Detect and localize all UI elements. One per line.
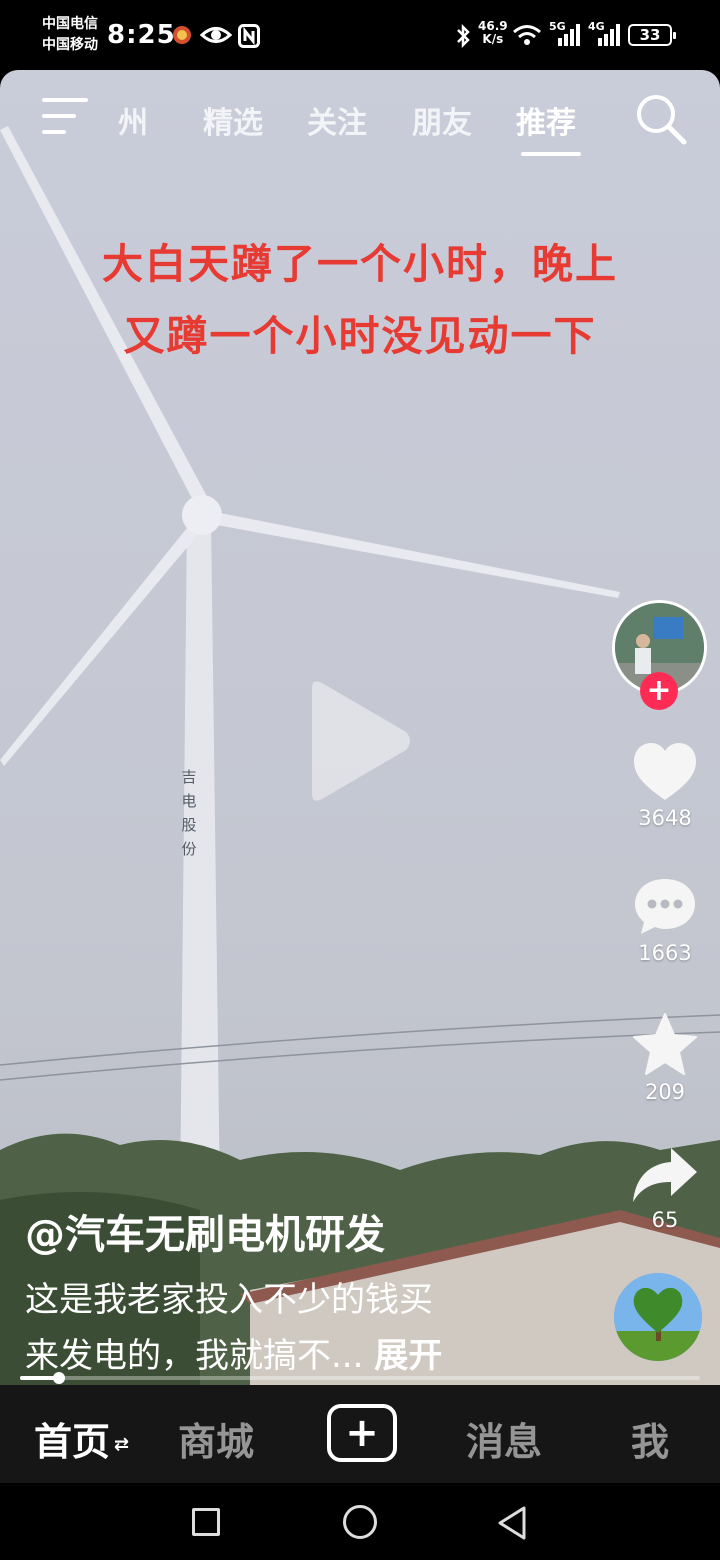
bottom-tab-bar: 首页 ⇄ 商城 + 消息 我 xyxy=(0,1385,720,1483)
network-speed-unit: K/s xyxy=(482,32,504,46)
tab-recommended[interactable]: 推荐 xyxy=(516,98,576,142)
network-speed: 46.9 K/s xyxy=(478,20,508,46)
app-notification-icon xyxy=(172,24,192,50)
tab-featured[interactable]: 精选 xyxy=(203,98,263,142)
create-button[interactable]: + xyxy=(327,1404,397,1462)
favorite-action[interactable]: 209 xyxy=(610,1012,720,1104)
tab-me[interactable]: 我 xyxy=(631,1411,669,1466)
comment-count: 1663 xyxy=(638,941,692,965)
star-icon[interactable] xyxy=(632,1013,698,1080)
music-disc[interactable] xyxy=(614,1273,702,1361)
tab-messages[interactable]: 消息 xyxy=(466,1411,542,1466)
home-icon[interactable] xyxy=(343,1505,377,1539)
video-caption-line-1: 大白天蹲了一个小时，晚上 xyxy=(102,240,618,288)
switch-arrows-icon: ⇄ xyxy=(114,1434,130,1455)
like-action[interactable]: 3648 xyxy=(610,742,720,830)
comment-icon[interactable] xyxy=(633,879,697,941)
tab-following[interactable]: 关注 xyxy=(307,98,367,142)
wifi-icon xyxy=(512,24,542,50)
carrier-1: 中国电信 xyxy=(42,16,98,32)
author-username[interactable]: @汽车无刷电机研发 xyxy=(25,1202,385,1260)
tower-char: 份 xyxy=(181,840,197,858)
signal-strength-2-icon xyxy=(596,24,622,50)
top-navigation: 州 精选 关注 朋友 推荐 xyxy=(0,70,720,170)
system-navigation-bar xyxy=(0,1483,720,1560)
carrier-2: 中国移动 xyxy=(42,37,98,53)
expand-button[interactable]: 展开 xyxy=(374,1336,442,1376)
like-count: 3648 xyxy=(638,806,692,830)
status-bar: 中国电信 中国移动 8:25 46.9 K/s 5G 4G 33 xyxy=(0,0,720,72)
video-caption-line-2: 又蹲一个小时没见动一下 xyxy=(123,312,597,360)
tab-home[interactable]: 首页 ⇄ xyxy=(34,1411,129,1466)
bluetooth-icon xyxy=(455,23,471,52)
comment-action[interactable]: 1663 xyxy=(610,877,720,965)
tab-home-label: 首页 xyxy=(34,1420,111,1464)
signal-strength-1-icon xyxy=(556,24,582,50)
battery-indicator: 33 xyxy=(628,24,676,46)
description-line-1: 这是我老家投入不少的钱买 xyxy=(25,1280,433,1320)
carrier-names: 中国电信 中国移动 xyxy=(42,14,98,56)
post-description: 这是我老家投入不少的钱买 来发电的，我就搞不... 展开 xyxy=(25,1272,545,1384)
back-icon[interactable] xyxy=(496,1505,528,1541)
tower-char: 电 xyxy=(181,792,197,810)
tower-logo-text: 吉 电 股 份 xyxy=(181,765,197,861)
play-icon[interactable] xyxy=(306,678,416,804)
video-progress-bar[interactable] xyxy=(20,1372,700,1384)
eye-icon xyxy=(199,24,233,50)
tab-friends[interactable]: 朋友 xyxy=(412,98,472,142)
heart-icon[interactable] xyxy=(632,743,698,806)
description-line-2-text: 来发电的，我就搞不... xyxy=(25,1336,364,1376)
follow-button[interactable]: + xyxy=(640,672,678,710)
favorite-count: 209 xyxy=(644,1080,686,1104)
clock: 8:25 xyxy=(107,20,176,50)
tab-mall[interactable]: 商城 xyxy=(178,1411,254,1466)
search-icon[interactable] xyxy=(632,90,688,146)
tower-char: 股 xyxy=(181,816,197,834)
share-action[interactable]: 65 xyxy=(610,1146,720,1232)
menu-icon[interactable] xyxy=(40,96,90,136)
tab-local[interactable]: 州 xyxy=(118,98,148,142)
recent-apps-icon[interactable] xyxy=(192,1508,220,1536)
video-player[interactable]: 吉 电 股 份 州 精选 关注 朋友 推荐 大白天蹲了一个小时，晚上 又蹲一个小… xyxy=(0,70,720,1385)
active-tab-indicator xyxy=(521,152,581,156)
share-count: 65 xyxy=(651,1208,679,1232)
tower-char: 吉 xyxy=(181,768,197,786)
video-progress-handle[interactable] xyxy=(52,1372,65,1384)
share-icon[interactable] xyxy=(631,1148,699,1208)
nfc-icon xyxy=(238,24,260,52)
